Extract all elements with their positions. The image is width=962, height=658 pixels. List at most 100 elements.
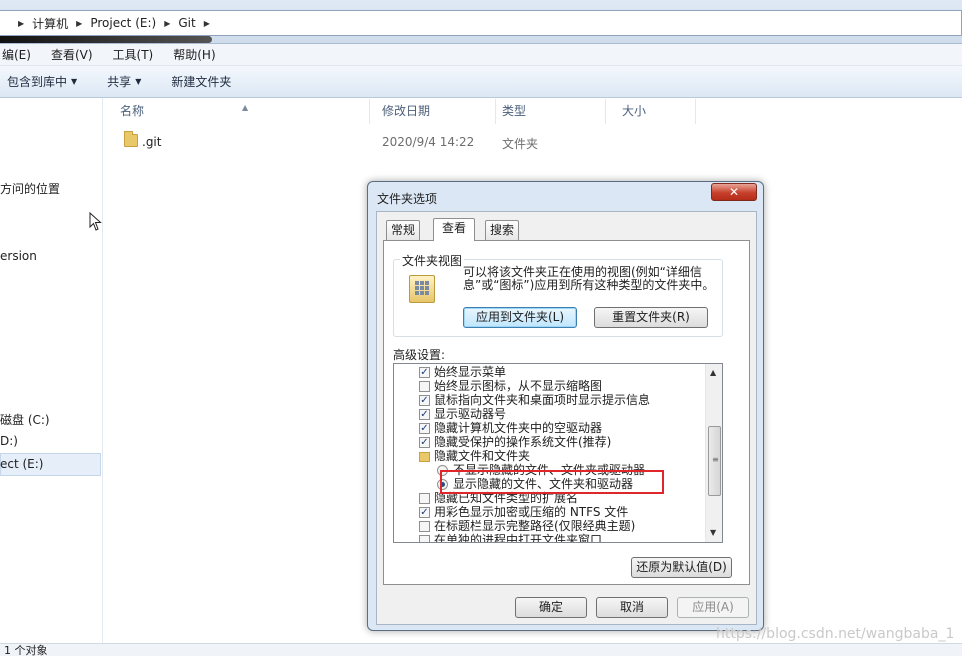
close-button[interactable]: ✕ <box>711 183 757 201</box>
breadcrumb-git[interactable]: Git <box>178 16 195 30</box>
setting-show-popup-description[interactable]: ✓ 鼠标指向文件夹和桌面项时显示提示信息 <box>394 394 706 408</box>
setting-always-show-icons[interactable]: 始终显示图标，从不显示缩略图 <box>394 380 706 394</box>
close-icon: ✕ <box>728 185 740 199</box>
setting-separate-process[interactable]: 在单独的进程中打开文件夹窗口 <box>394 533 706 543</box>
apply-button[interactable]: 应用(A) <box>677 597 749 618</box>
grip-icon: ≡ <box>712 455 719 464</box>
folder-views-description: 可以将该文件夹正在使用的视图(例如“详细信息”或“图标”)应用到所有这种类型的文… <box>463 265 715 292</box>
column-type[interactable]: 类型 <box>486 99 606 124</box>
advanced-settings-label: 高级设置: <box>393 348 446 362</box>
apply-to-folders-button[interactable]: 应用到文件夹(L) <box>463 307 577 328</box>
nav-version-folder[interactable]: ersion <box>0 249 37 263</box>
status-bar: 1 个对象 <box>0 643 962 657</box>
view-tab-panel: 文件夹视图 可以将该文件夹正在使用的视图(例如“详细信息”或“图标”)应用到所有… <box>383 240 750 585</box>
checkbox-unchecked[interactable] <box>419 381 430 392</box>
checkbox-checked[interactable]: ✓ <box>419 409 430 420</box>
advanced-settings-list[interactable]: ✓ 始终显示菜单 始终显示图标，从不显示缩略图 ✓ 鼠标指向文件夹和桌面项时显示… <box>393 363 723 543</box>
column-modified[interactable]: 修改日期 <box>366 99 496 124</box>
column-name[interactable]: 名称 ▲ <box>104 99 370 124</box>
setting-hide-extensions[interactable]: 隐藏已知文件类型的扩展名 <box>394 492 706 506</box>
caret-down-icon: ▼ <box>135 77 142 86</box>
tab-view[interactable]: 查看 <box>433 218 476 241</box>
nav-recent-places[interactable]: 方问的位置 <box>0 180 60 197</box>
checkbox-unchecked[interactable] <box>419 535 430 542</box>
folder-icon <box>419 452 430 462</box>
chevron-right-icon[interactable]: ▶ <box>204 19 210 28</box>
setting-color-ntfs[interactable]: ✓ 用彩色显示加密或压缩的 NTFS 文件 <box>394 506 706 520</box>
status-text: 1 个对象 <box>4 644 48 657</box>
cancel-button[interactable]: 取消 <box>596 597 668 618</box>
menu-tools[interactable]: 工具(T) <box>111 46 156 63</box>
file-name: .git <box>142 135 162 149</box>
setting-hide-empty-drives[interactable]: ✓ 隐藏计算机文件夹中的空驱动器 <box>394 422 706 436</box>
setting-label: 隐藏计算机文件夹中的空驱动器 <box>434 421 603 435</box>
scroll-down-icon[interactable]: ▼ <box>710 528 716 537</box>
checkbox-checked[interactable]: ✓ <box>419 395 430 406</box>
checkbox-checked[interactable]: ✓ <box>419 437 430 448</box>
chevron-right-icon[interactable]: ▶ <box>164 19 170 28</box>
menu-help[interactable]: 帮助(H) <box>171 46 217 63</box>
share-button[interactable]: 共享 ▼ <box>107 73 141 90</box>
sort-ascending-icon: ▲ <box>242 103 249 112</box>
address-bar[interactable]: ▶ 计算机 ▶ Project (E:) ▶ Git ▶ <box>0 10 962 36</box>
checkbox-checked[interactable]: ✓ <box>419 423 430 434</box>
checkbox-checked[interactable]: ✓ <box>419 367 430 378</box>
setting-always-show-menus[interactable]: ✓ 始终显示菜单 <box>394 366 706 380</box>
folder-views-group: 文件夹视图 可以将该文件夹正在使用的视图(例如“详细信息”或“图标”)应用到所有… <box>393 252 723 337</box>
setting-label: 隐藏文件和文件夹 <box>434 449 531 463</box>
setting-label: 在单独的进程中打开文件夹窗口 <box>434 533 603 543</box>
setting-label: 始终显示图标，从不显示缩略图 <box>434 379 603 393</box>
nav-drive-e[interactable]: ect (E:) <box>0 457 44 471</box>
chevron-right-icon[interactable]: ▶ <box>18 19 24 28</box>
caret-down-icon: ▼ <box>71 77 78 86</box>
folder-options-dialog: 文件夹选项 ✕ 常规 查看 搜索 文件夹视图 可以将该文件夹正在使用的视图(例如… <box>367 181 764 631</box>
scroll-up-icon[interactable]: ▲ <box>710 368 716 377</box>
restore-defaults-button[interactable]: 还原为默认值(D) <box>631 557 732 578</box>
checkbox-checked[interactable]: ✓ <box>419 507 430 518</box>
breadcrumb-project-e[interactable]: Project (E:) <box>90 16 156 30</box>
include-in-library-button[interactable]: 包含到库中 ▼ <box>7 73 77 90</box>
setting-label: 鼠标指向文件夹和桌面项时显示提示信息 <box>434 393 651 407</box>
setting-show-drive-letters[interactable]: ✓ 显示驱动器号 <box>394 408 706 422</box>
setting-group-hidden-files: 隐藏文件和文件夹 <box>394 450 706 464</box>
checkbox-unchecked[interactable] <box>419 493 430 504</box>
folder-icon <box>124 131 138 147</box>
command-bar: 包含到库中 ▼ 共享 ▼ 新建文件夹 <box>0 66 962 98</box>
file-modified: 2020/9/4 14:22 <box>382 135 475 149</box>
watermark: https://blog.csdn.net/wangbaba_1 <box>716 626 955 642</box>
folder-views-legend: 文件夹视图 <box>400 252 465 269</box>
tab-search[interactable]: 搜索 <box>485 220 520 240</box>
advanced-list-scrollbar[interactable]: ▲ ≡ ▼ <box>705 364 722 542</box>
dialog-title: 文件夹选项 <box>377 192 438 206</box>
folder-view-icon <box>409 275 435 303</box>
menu-bar: 编(E) 查看(V) 工具(T) 帮助(H) <box>0 44 962 66</box>
ok-button[interactable]: 确定 <box>515 597 587 618</box>
address-bar-area: ▶ 计算机 ▶ Project (E:) ▶ Git ▶ <box>0 0 962 44</box>
setting-label: 用彩色显示加密或压缩的 NTFS 文件 <box>434 505 629 519</box>
redacted-bar <box>0 36 212 43</box>
menu-edit[interactable]: 编(E) <box>0 46 33 63</box>
chevron-right-icon[interactable]: ▶ <box>76 19 82 28</box>
setting-label: 始终显示菜单 <box>434 365 507 379</box>
menu-view[interactable]: 查看(V) <box>49 46 95 63</box>
setting-label: 在标题栏显示完整路径(仅限经典主题) <box>434 519 636 533</box>
setting-full-path-title[interactable]: 在标题栏显示完整路径(仅限经典主题) <box>394 520 706 534</box>
reset-folders-button[interactable]: 重置文件夹(R) <box>594 307 708 328</box>
setting-hide-protected-os-files[interactable]: ✓ 隐藏受保护的操作系统文件(推荐) <box>394 436 706 450</box>
file-type: 文件夹 <box>502 137 539 151</box>
breadcrumb-computer[interactable]: 计算机 <box>32 15 68 32</box>
checkbox-unchecked[interactable] <box>419 521 430 532</box>
new-folder-button[interactable]: 新建文件夹 <box>171 73 231 90</box>
nav-drive-c[interactable]: 磁盘 (C:) <box>0 411 50 428</box>
file-row-git[interactable]: .git 2020/9/4 14:22 文件夹 <box>104 131 962 155</box>
setting-label: 显示驱动器号 <box>434 407 507 421</box>
scroll-thumb[interactable]: ≡ <box>708 426 721 496</box>
annotation-highlight-box <box>440 470 664 494</box>
column-headers: 名称 ▲ 修改日期 类型 大小 <box>104 99 962 124</box>
column-size[interactable]: 大小 <box>606 99 696 124</box>
setting-label: 隐藏受保护的操作系统文件(推荐) <box>434 435 612 449</box>
navigation-pane: 方问的位置 ersion 磁盘 (C:) D:) ect (E:) <box>0 98 103 643</box>
nav-drive-d[interactable]: D:) <box>0 434 18 448</box>
dialog-body: 常规 查看 搜索 文件夹视图 可以将该文件夹正在使用的视图(例如“详细信息”或“… <box>376 211 757 625</box>
tab-general[interactable]: 常规 <box>386 220 421 240</box>
